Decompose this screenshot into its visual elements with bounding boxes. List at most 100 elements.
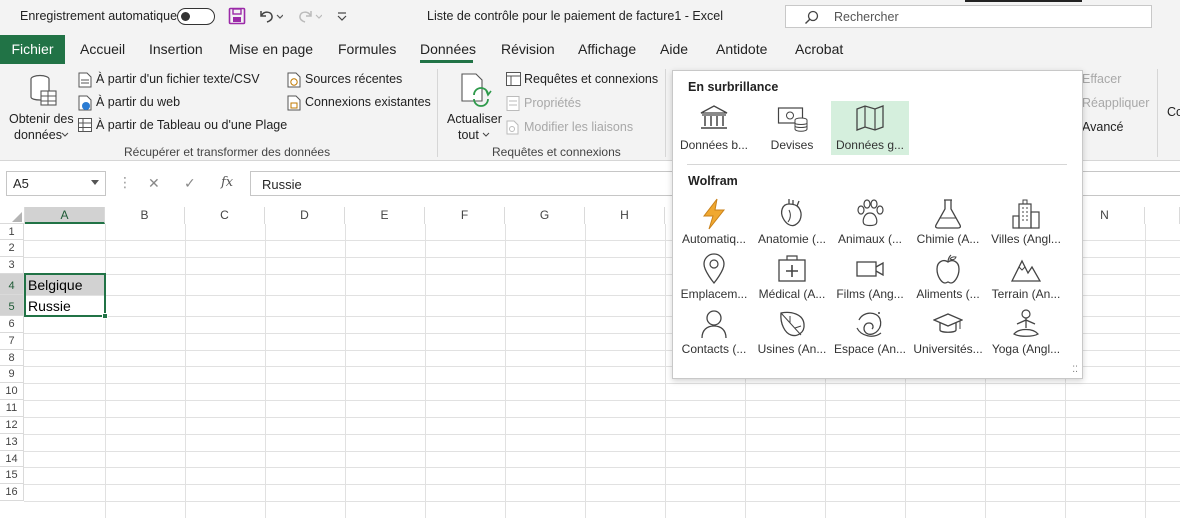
column-header-h[interactable]: H [585, 207, 665, 224]
bank-icon [700, 105, 728, 129]
from-table-button[interactable]: À partir de Tableau ou d'une Plage [78, 117, 287, 135]
tab-insertion[interactable]: Insertion [149, 41, 203, 57]
row-header-2[interactable]: 2 [0, 240, 24, 257]
tab-affichage[interactable]: Affichage [578, 41, 636, 57]
active-tab-indicator [420, 60, 473, 63]
chevron-down-icon [61, 132, 69, 137]
from-text-csv-button[interactable]: À partir d'un fichier texte/CSV [78, 71, 278, 89]
data-type-contacts[interactable]: Contacts (... [675, 305, 753, 359]
existing-connections-icon [287, 95, 301, 111]
queries-icon [506, 72, 521, 86]
row-header-11[interactable]: 11 [0, 400, 24, 417]
row-header-10[interactable]: 10 [0, 383, 24, 400]
column-header-g[interactable]: G [505, 207, 585, 224]
data-type-food[interactable]: Aliments (... [909, 250, 987, 304]
row-header-5[interactable]: 5 [0, 295, 24, 316]
save-icon[interactable] [228, 7, 246, 27]
table-icon [78, 118, 92, 132]
redo-icon[interactable] [296, 7, 323, 27]
tab-aide[interactable]: Aide [660, 41, 688, 57]
column-header-o[interactable] [1145, 207, 1180, 224]
chevron-down-icon[interactable] [91, 180, 99, 185]
data-type-currency[interactable]: Devises [753, 101, 831, 155]
tab-antidote[interactable]: Antidote [716, 41, 767, 57]
existing-connections-button[interactable]: Connexions existantes [287, 94, 431, 112]
tab-formules[interactable]: Formules [338, 41, 396, 57]
data-type-anatomy[interactable]: Anatomie (... [753, 195, 831, 249]
from-web-button[interactable]: À partir du web [78, 94, 198, 112]
lightning-icon [702, 198, 726, 230]
data-type-universities[interactable]: Universités... [909, 305, 987, 359]
data-type-medical[interactable]: Médical (A... [753, 250, 831, 304]
column-header-d[interactable]: D [265, 207, 345, 224]
data-type-space[interactable]: Espace (An... [831, 305, 909, 359]
data-type-animals[interactable]: Animaux (... [831, 195, 909, 249]
undo-icon[interactable] [257, 7, 284, 27]
title-bar: Enregistrement automatique Liste de cont… [0, 0, 1180, 33]
document-title: Liste de contrôle pour le paiement de fa… [427, 9, 724, 23]
data-type-label: Données g... [835, 138, 905, 152]
row-header-7[interactable]: 7 [0, 333, 24, 350]
ribbon-cut-off-label[interactable]: Co [1167, 105, 1180, 119]
column-header-f[interactable]: F [425, 207, 505, 224]
tab-accueil[interactable]: Accueil [80, 41, 125, 57]
data-type-location[interactable]: Emplacem... [675, 250, 753, 304]
edit-links-button[interactable]: Modifier les liaisons [506, 119, 636, 137]
column-header-e[interactable]: E [345, 207, 425, 224]
data-type-geography[interactable]: Données g... [831, 101, 909, 155]
row-header-6[interactable]: 6 [0, 316, 24, 333]
get-data-label-2: données [14, 128, 62, 142]
column-header-a[interactable]: A [25, 207, 105, 224]
tab-revision[interactable]: Révision [501, 41, 555, 57]
row-header-16[interactable]: 16 [0, 484, 24, 501]
refresh-label-1: Actualiser [447, 112, 502, 126]
from-web-label: À partir du web [96, 95, 181, 109]
row-header-1[interactable]: 1 [0, 224, 24, 240]
search-box[interactable]: Rechercher [785, 5, 1152, 28]
tab-fichier[interactable]: Fichier [0, 35, 65, 64]
clear-filter-button[interactable]: Effacer [1082, 72, 1121, 86]
data-type-plants[interactable]: Usines (An... [753, 305, 831, 359]
name-box[interactable]: A5 [6, 171, 106, 196]
properties-button[interactable]: Propriétés [506, 95, 586, 113]
row-header-4[interactable]: 4 [0, 274, 24, 295]
insert-function-icon[interactable]: fx [221, 175, 233, 190]
data-type-films[interactable]: Films (Ang... [831, 250, 909, 304]
tab-mise-en-page[interactable]: Mise en page [229, 41, 313, 57]
data-type-yoga[interactable]: Yoga (Angl... [987, 305, 1065, 359]
data-type-chemistry[interactable]: Chimie (A... [909, 195, 987, 249]
row-header-15[interactable]: 15 [0, 467, 24, 484]
queries-connections-button[interactable]: Requêtes et connexions [506, 71, 658, 89]
get-data-button[interactable]: Obtenir des données [8, 71, 74, 143]
resize-grip-icon[interactable]: ⁚⁚ [1072, 364, 1078, 375]
data-type-label: Films (Ang... [836, 287, 904, 301]
autosave-toggle[interactable] [177, 8, 215, 25]
reapply-filter-button[interactable]: Réappliquer [1082, 96, 1149, 110]
row-header-9[interactable]: 9 [0, 366, 24, 383]
refresh-all-button[interactable]: Actualiser tout [445, 71, 503, 143]
database-icon [30, 74, 57, 106]
recent-sources-icon [287, 72, 301, 88]
recent-sources-button[interactable]: Sources récentes [287, 71, 402, 89]
more-options-icon[interactable]: ⋮ [118, 174, 132, 191]
data-type-terrain[interactable]: Terrain (An... [987, 250, 1065, 304]
data-type-automatic[interactable]: Automatiq... [675, 195, 753, 249]
row-header-13[interactable]: 13 [0, 434, 24, 451]
cancel-icon[interactable]: ✕ [148, 175, 160, 192]
row-header-12[interactable]: 12 [0, 417, 24, 434]
data-type-bank[interactable]: Données b... [675, 101, 753, 155]
tab-donnees[interactable]: Données [420, 41, 476, 57]
column-header-b[interactable]: B [105, 207, 185, 224]
enter-icon[interactable]: ✓ [184, 175, 196, 192]
customize-qat-icon[interactable] [336, 7, 348, 27]
column-header-c[interactable]: C [185, 207, 265, 224]
advanced-filter-button[interactable]: Avancé [1082, 120, 1123, 134]
row-header-8[interactable]: 8 [0, 350, 24, 366]
row-header-3[interactable]: 3 [0, 257, 24, 274]
fill-handle[interactable] [102, 313, 108, 319]
select-all-corner[interactable] [0, 207, 25, 224]
row-header-14[interactable]: 14 [0, 451, 24, 467]
data-type-cities[interactable]: Villes (Angl... [987, 195, 1065, 249]
data-type-label: Contacts (... [681, 342, 747, 356]
tab-acrobat[interactable]: Acrobat [795, 41, 843, 57]
